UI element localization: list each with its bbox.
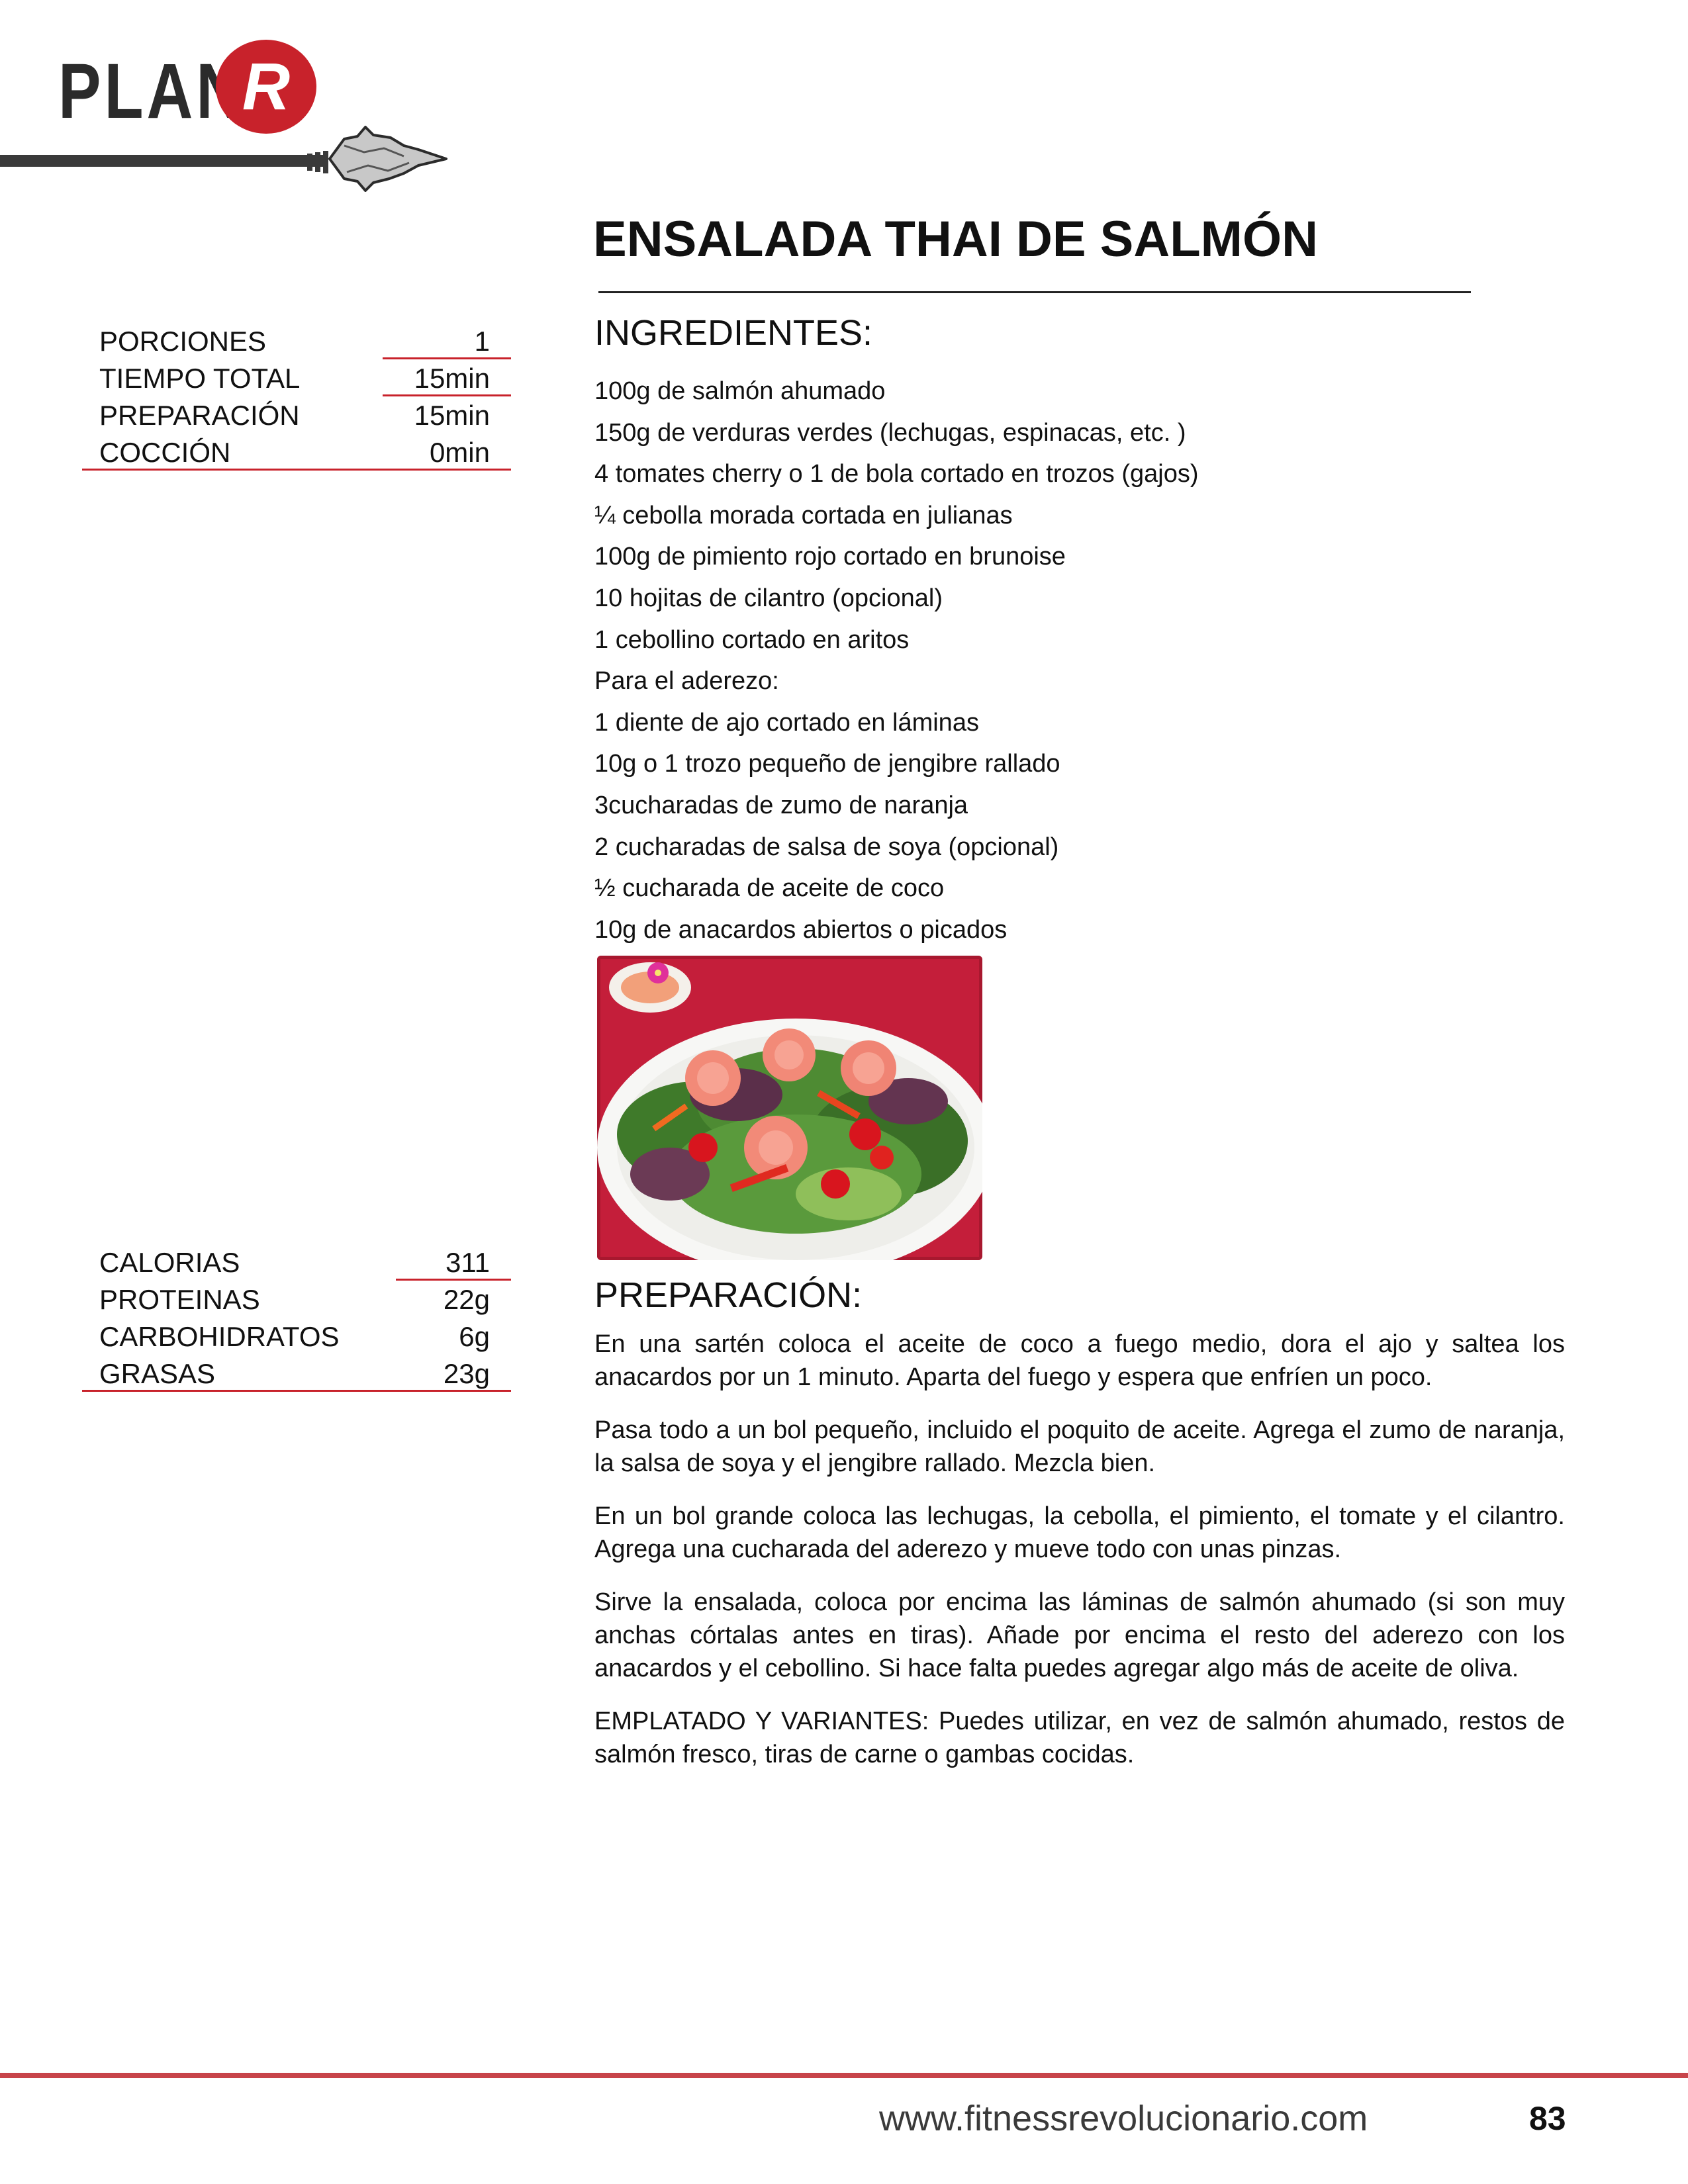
preparation-step: En un bol grande coloca las lechugas, la… [594,1502,1565,1563]
ingredient-item: 100g de pimiento rojo cortado en brunois… [594,543,1066,571]
meta-label: TIEMPO TOTAL [99,363,301,394]
preparation-heading: PREPARACIÓN: [594,1275,863,1315]
preparation-step: En una sartén coloca el aceite de coco a… [594,1330,1565,1391]
logo-spear-shaft [0,155,324,167]
nutrition-label: CARBOHIDRATOS [99,1321,340,1352]
meta-row-porciones: PORCIONES 1 [82,322,511,359]
nutrition-value: 6g [459,1321,490,1352]
nutrition-label: CALORIAS [99,1247,240,1278]
nutrition-row-proteinas: PROTEINAS 22g [82,1280,511,1317]
title-divider [598,291,1471,293]
ingredient-item: 1 diente de ajo cortado en láminas [594,708,979,737]
ingredients-heading: INGREDIENTES: [594,313,873,353]
meta-value: 1 [474,326,490,357]
nutrition-label: GRASAS [99,1358,216,1389]
meta-value: 15min [414,400,490,431]
recipe-title: ENSALADA THAI DE SALMÓN [593,211,1318,267]
footer-website-link[interactable]: www.fitnessrevolucionario.com [879,2098,1368,2139]
page-number: 83 [1529,2100,1566,2137]
ingredient-item: 10g o 1 trozo pequeño de jengibre rallad… [594,750,1060,778]
meta-row-tiempo-total: TIEMPO TOTAL 15min [82,359,511,396]
ingredient-item: 10 hojitas de cilantro (opcional) [594,584,943,612]
nutrition-row-carbohidratos: CARBOHIDRATOS 6g [82,1317,511,1354]
ingredient-item: 2 cucharadas de salsa de soya (opcional) [594,833,1059,861]
preparation-steps: En una sartén coloca el aceite de coco a… [594,1328,1565,1791]
salad-photo [597,956,982,1260]
ingredient-item: 1 cebollino cortado en aritos [594,625,910,654]
arrowhead-icon [307,126,447,192]
nutrition-value: 311 [445,1247,490,1278]
nutrition-row-grasas: GRASAS 23g [82,1354,511,1392]
nutrition-row-calorias: CALORIAS 311 [82,1243,511,1281]
preparation-variants: EMPLATADO Y VARIANTES: Puedes utilizar, … [594,1707,1565,1768]
meta-label: PORCIONES [99,326,267,357]
ingredient-item: 4 tomates cherry o 1 de bola cortado en … [594,460,1199,488]
meta-value: 0min [429,437,490,468]
meta-row-coccion: COCCIÓN 0min [82,433,511,471]
nutrition-value: 23g [443,1358,490,1389]
ingredient-item: 150g de verduras verdes (lechugas, espin… [594,418,1186,447]
ingredient-item: 3cucharadas de zumo de naranja [594,791,968,819]
table-underline [82,1390,511,1392]
ingredient-item: 100g de salmón ahumado [594,377,886,405]
ingredient-item: ½ cucharada de aceite de coco [594,874,945,903]
meta-label: COCCIÓN [99,437,231,468]
nutrition-value: 22g [443,1284,490,1315]
meta-value: 15min [414,363,490,394]
footer-divider [0,2073,1688,2078]
ingredient-subheading: Para el aderezo: [594,667,779,696]
logo-badge: R [216,40,316,134]
preparation-step: Pasa todo a un bol pequeño, incluido el … [594,1416,1565,1477]
meta-label: PREPARACIÓN [99,400,300,431]
recipe-meta-table: PORCIONES 1 TIEMPO TOTAL 15min PREPARACI… [82,322,511,471]
logo-badge-letter: R [242,49,291,124]
nutrition-table: CALORIAS 311 PROTEINAS 22g CARBOHIDRATOS… [82,1243,511,1392]
preparation-step: Sirve la ensalada, coloca por encima las… [594,1588,1565,1682]
ingredient-item: ¼ cebolla morada cortada en julianas [594,501,1013,529]
ingredient-item: 10g de anacardos abiertos o picados [594,915,1008,944]
nutrition-label: PROTEINAS [99,1284,260,1315]
table-underline [82,469,511,471]
meta-row-preparacion: PREPARACIÓN 15min [82,396,511,433]
ingredients-list: 100g de salmón ahumado 150g de verduras … [594,371,1521,950]
